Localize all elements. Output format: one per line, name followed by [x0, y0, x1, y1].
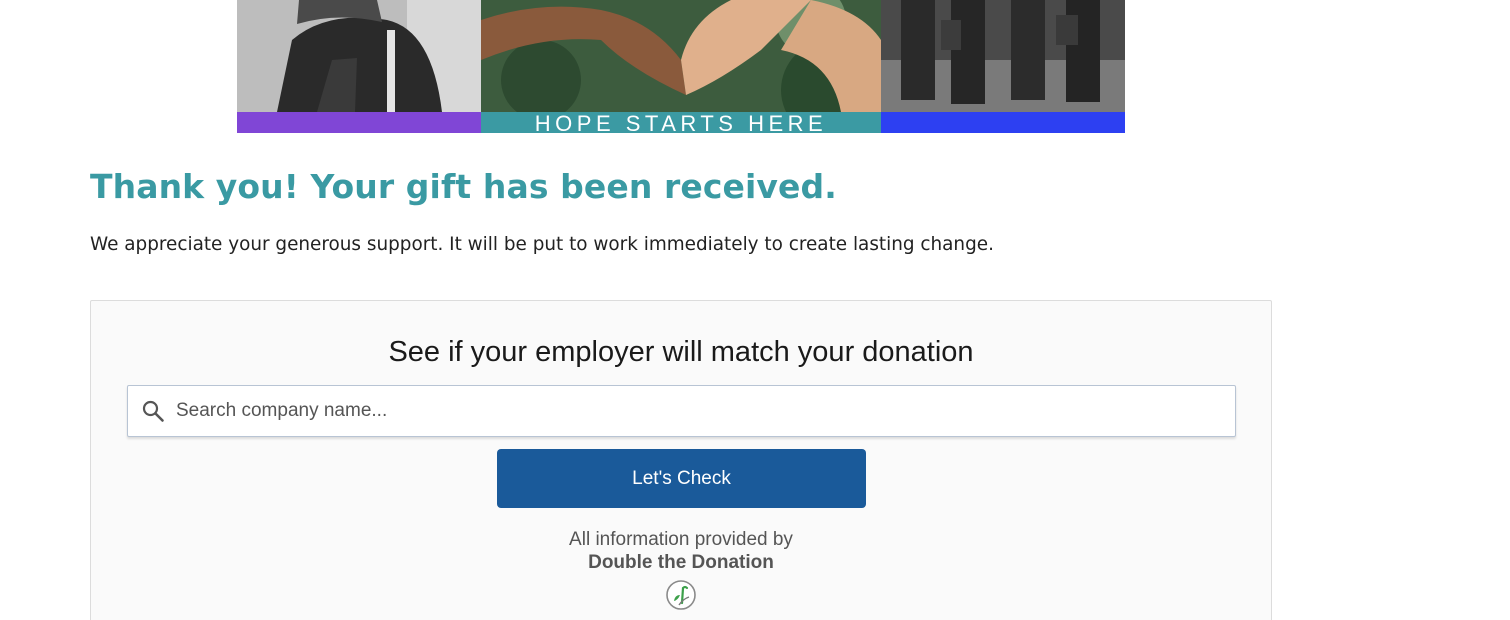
company-search-input[interactable]: [176, 386, 1216, 436]
banner-photo-group: [881, 0, 1125, 112]
employer-match-widget: See if your employer will match your don…: [90, 300, 1272, 620]
page: HOPE STARTS HERE Thank you! Your gift ha…: [0, 0, 1510, 620]
company-search-box[interactable]: [127, 385, 1236, 437]
banner-photo-heart-hands: [481, 0, 881, 112]
banner-photo-person: [237, 0, 481, 112]
banner-strip-blue: [881, 112, 1125, 133]
widget-title: See if your employer will match your don…: [388, 336, 974, 368]
banner-tagline: HOPE STARTS HERE: [481, 112, 881, 135]
provided-by-text: All information provided by: [569, 529, 793, 550]
provider-name: Double the Donation: [588, 552, 774, 573]
search-icon: [142, 400, 164, 422]
confirmation-message: We appreciate your generous support. It …: [90, 234, 994, 255]
double-the-donation-logo-icon: [666, 580, 696, 610]
hero-banner: HOPE STARTS HERE: [237, 0, 1125, 135]
banner-strip-purple: [237, 112, 481, 133]
confirmation-heading: Thank you! Your gift has been received.: [90, 167, 837, 206]
lets-check-button[interactable]: Let's Check: [497, 449, 866, 508]
